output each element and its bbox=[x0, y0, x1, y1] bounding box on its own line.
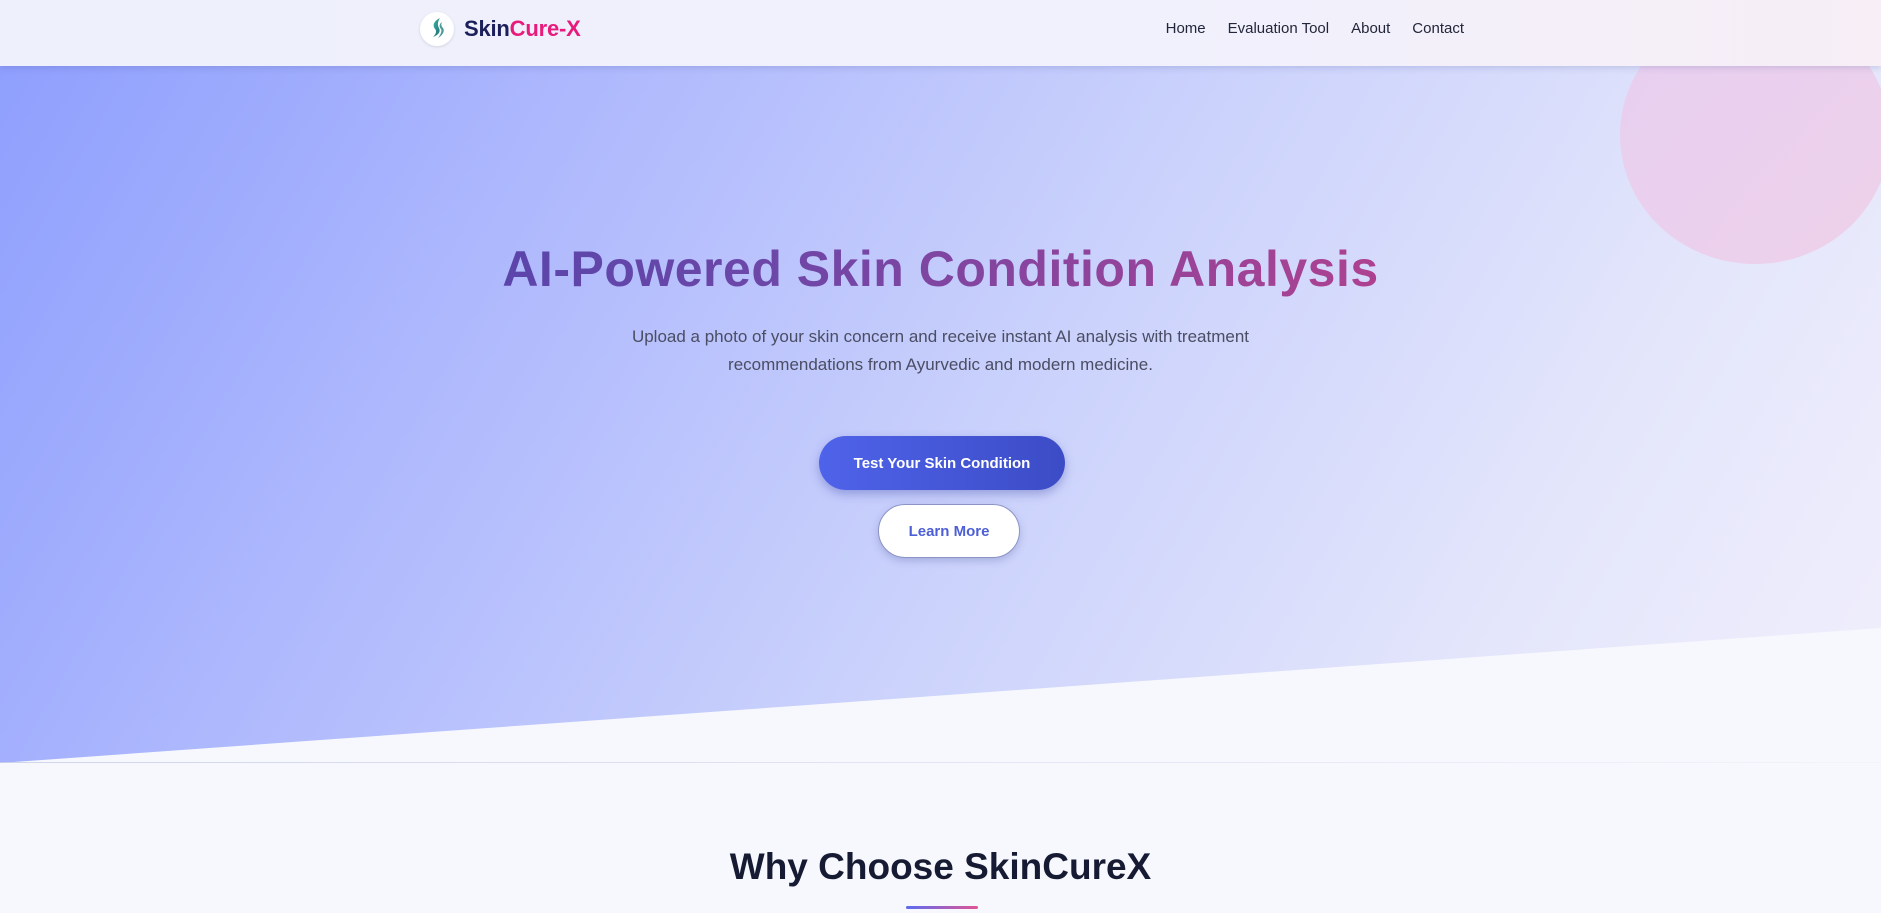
navbar: SkinCure-X Home Evaluation Tool About Co… bbox=[0, 0, 1881, 66]
brand-logo-link[interactable]: SkinCure-X bbox=[420, 12, 581, 46]
section-divider bbox=[0, 762, 1881, 763]
title-underline bbox=[906, 906, 978, 909]
test-skin-condition-button[interactable]: Test Your Skin Condition bbox=[819, 436, 1065, 490]
brand-name: SkinCure-X bbox=[464, 16, 581, 42]
nav-link-contact[interactable]: Contact bbox=[1412, 20, 1464, 37]
nav-link-about[interactable]: About bbox=[1351, 20, 1390, 37]
nav-link-home[interactable]: Home bbox=[1166, 20, 1206, 37]
hero-subtitle: Upload a photo of your skin concern and … bbox=[631, 327, 1250, 374]
nav-links: Home Evaluation Tool About Contact bbox=[1166, 20, 1464, 37]
brand-name-part2: Cure-X bbox=[509, 16, 581, 41]
hero-section: AI-Powered Skin Condition Analysis Uploa… bbox=[0, 66, 1881, 766]
leaf-logo-icon bbox=[420, 12, 454, 46]
nav-link-evaluation-tool[interactable]: Evaluation Tool bbox=[1228, 20, 1329, 37]
features-title: Why Choose SkinCureX bbox=[729, 846, 1152, 887]
hero-slant-shape bbox=[0, 628, 1881, 766]
brand-name-part1: Skin bbox=[464, 16, 510, 41]
learn-more-button[interactable]: Learn More bbox=[878, 504, 1020, 558]
hero-title: AI-Powered Skin Condition Analysis bbox=[0, 240, 1881, 298]
